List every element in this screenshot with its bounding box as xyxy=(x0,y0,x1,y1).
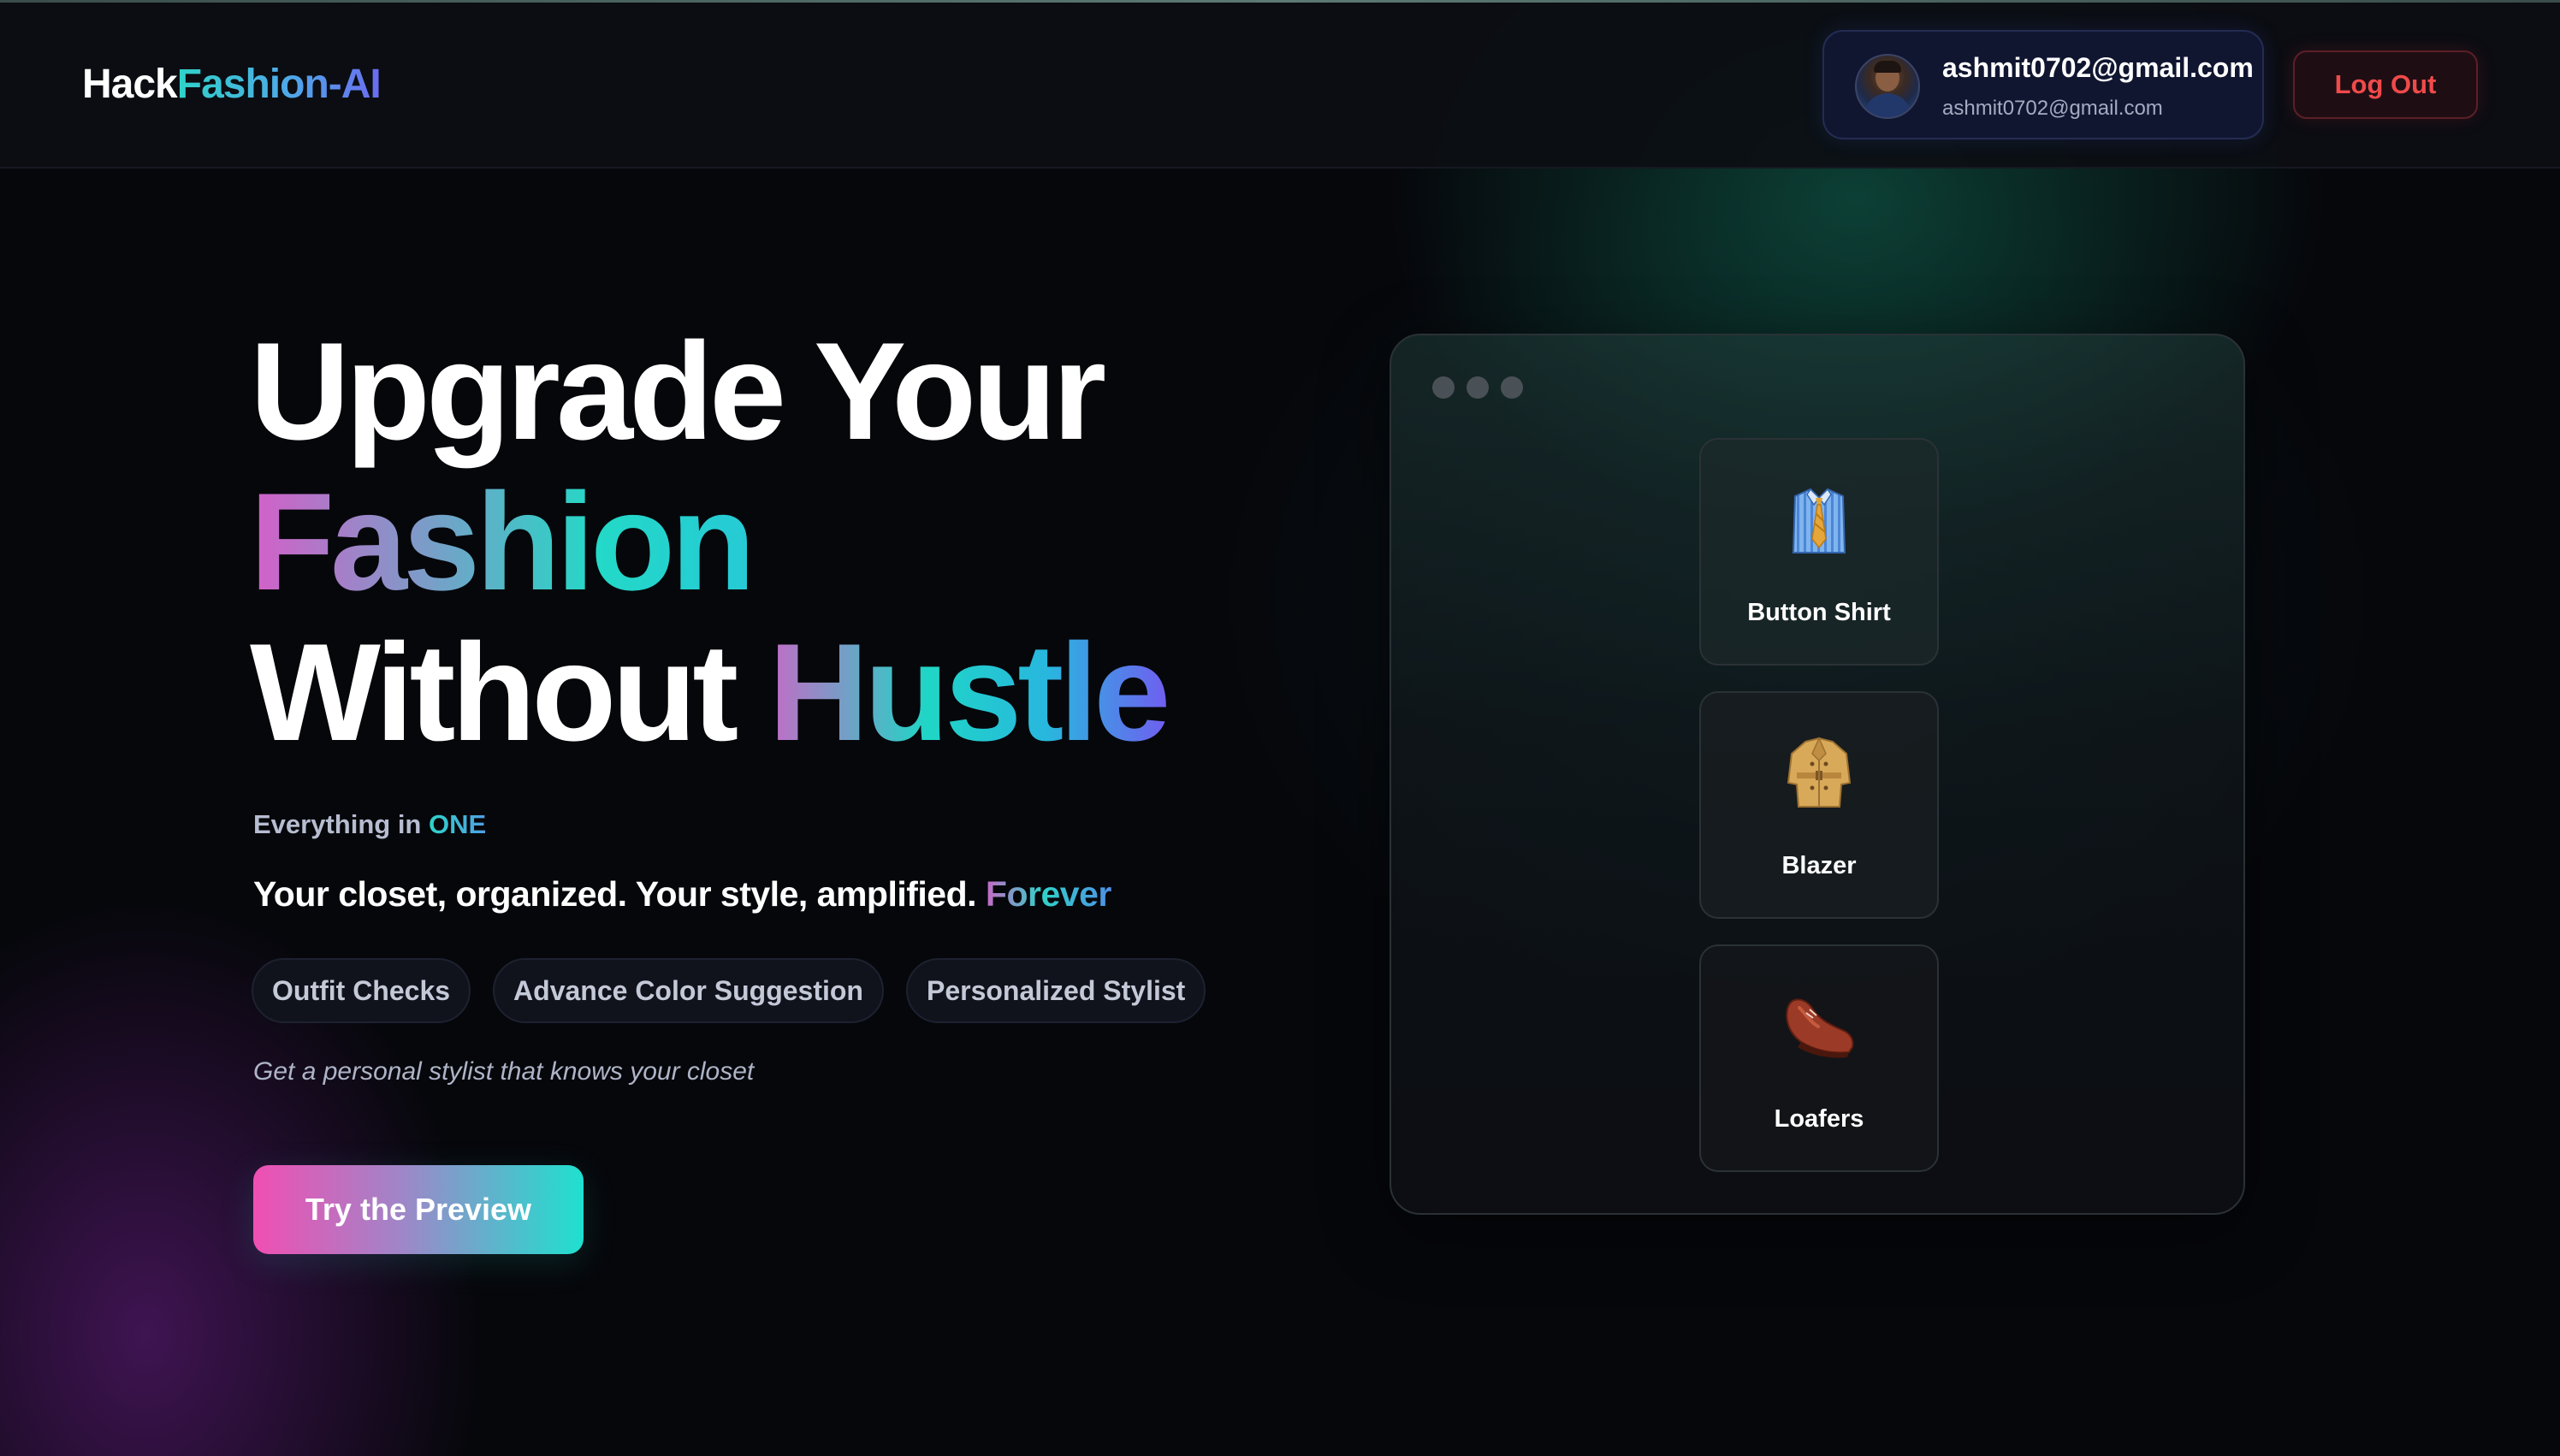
window-dot-1 xyxy=(1432,376,1455,399)
feature-chip-outfit-checks: Outfit Checks xyxy=(252,958,471,1023)
shirt-tie-icon xyxy=(1701,479,1937,561)
window-dots xyxy=(1432,376,1523,399)
try-preview-button[interactable]: Try the Preview xyxy=(253,1165,584,1254)
preview-window: Button Shirt Blazer Loafers xyxy=(1390,334,2245,1215)
eyebrow-accent: ONE xyxy=(428,809,487,839)
logo-text-hack: Hack xyxy=(82,62,178,107)
user-email: ashmit0702@gmail.com xyxy=(1942,97,2163,120)
user-profile-card[interactable]: ashmit0702@gmail.com ashmit0702@gmail.co… xyxy=(1822,30,2264,139)
coat-icon xyxy=(1701,732,1937,814)
feature-chip-color-suggestion: Advance Color Suggestion xyxy=(493,958,884,1023)
hero-subnote: Get a personal stylist that knows your c… xyxy=(253,1057,755,1086)
logo[interactable]: HackFashion-AI xyxy=(82,61,382,108)
closet-item-card[interactable]: Button Shirt xyxy=(1699,438,1939,666)
tagline-text: Your closet, organized. Your style, ampl… xyxy=(253,874,986,914)
tagline-accent: Forever xyxy=(985,874,1111,914)
window-dot-3 xyxy=(1501,376,1523,399)
eyebrow-text: Everything in xyxy=(253,809,429,839)
hero-title-line-1: Upgrade Your xyxy=(250,314,1106,469)
window-dot-2 xyxy=(1467,376,1489,399)
hero-title-line-3: Without Hustle xyxy=(250,615,1170,770)
feature-chip-personalized-stylist: Personalized Stylist xyxy=(905,958,1206,1023)
closet-item-label: Loafers xyxy=(1774,1105,1864,1133)
hero-title-without: Without xyxy=(250,615,769,770)
closet-item-label: Button Shirt xyxy=(1747,599,1891,626)
avatar-hair xyxy=(1874,61,1901,73)
header: HackFashion-AI ashmit0702@gmail.com ashm… xyxy=(0,3,2560,169)
page: HackFashion-AI ashmit0702@gmail.com ashm… xyxy=(0,0,2560,1456)
shoe-icon xyxy=(1701,985,1937,1068)
feature-chips: Outfit Checks Advance Color Suggestion P… xyxy=(252,958,1206,1023)
avatar-body xyxy=(1864,93,1911,117)
hero-eyebrow: Everything in ONE xyxy=(253,809,486,840)
hero-title: Upgrade Your Fashion Without Hustle xyxy=(250,314,1170,770)
closet-item-label: Blazer xyxy=(1781,852,1857,879)
avatar xyxy=(1855,54,1920,119)
hero-title-line-2: Fashion xyxy=(250,467,1166,618)
hero-tagline: Your closet, organized. Your style, ampl… xyxy=(253,874,1111,914)
closet-item-card[interactable]: Loafers xyxy=(1699,944,1939,1172)
closet-item-card[interactable]: Blazer xyxy=(1699,691,1939,919)
logout-button[interactable]: Log Out xyxy=(2293,50,2478,119)
user-name: ashmit0702@gmail.com xyxy=(1942,52,2254,83)
hero-title-hustle: Hustle xyxy=(768,615,1170,770)
logo-text-fashion-ai: Fashion-AI xyxy=(176,62,382,107)
